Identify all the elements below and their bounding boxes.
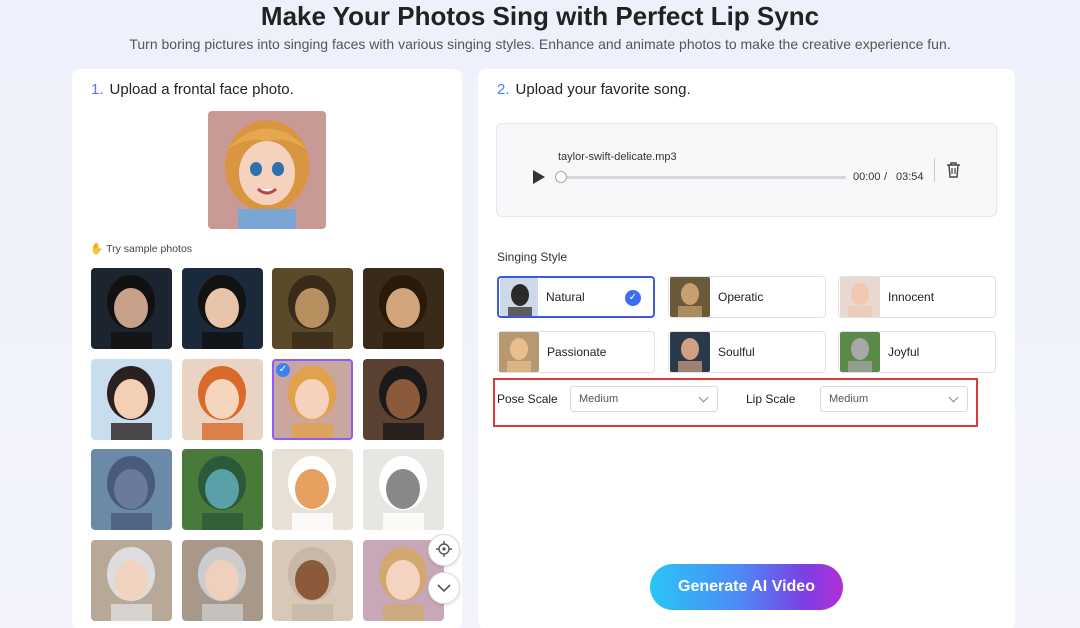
lip-scale-value: Medium xyxy=(829,393,869,405)
audio-divider xyxy=(934,158,935,182)
play-icon[interactable] xyxy=(533,170,545,184)
style-thumbnail xyxy=(840,277,880,317)
uploaded-photo[interactable] xyxy=(208,111,326,229)
style-thumbnail xyxy=(840,332,880,372)
chevron-down-icon xyxy=(698,392,709,403)
sample-photo-woman-in-black-jacket[interactable] xyxy=(181,268,263,349)
audio-file-name: taylor-swift-delicate.mp3 xyxy=(558,151,677,163)
sample-photos-label: ✋ Try sample photos xyxy=(90,242,192,255)
style-thumbnail xyxy=(670,277,710,317)
lip-scale-label: Lip Scale xyxy=(746,392,796,406)
chevron-down-icon xyxy=(948,392,959,403)
style-option-passionate[interactable]: Passionate xyxy=(497,331,655,373)
step-label: Upload a frontal face photo. xyxy=(109,81,294,98)
style-thumbnail xyxy=(499,332,539,372)
locate-button[interactable] xyxy=(428,534,460,566)
hand-icon: ✋ xyxy=(90,243,104,255)
style-label: Joyful xyxy=(888,345,920,359)
sample-photo-tabby-cat[interactable] xyxy=(362,449,444,530)
sample-photo-cartoon-old-woman[interactable] xyxy=(181,539,263,621)
sample-photo-man-in-black-suit[interactable] xyxy=(91,268,172,349)
current-time: 00:00 xyxy=(853,171,881,183)
generate-video-button[interactable]: Generate AI Video xyxy=(650,564,843,610)
trash-icon[interactable] xyxy=(946,162,961,183)
page-title: Make Your Photos Sing with Perfect Lip S… xyxy=(260,1,820,31)
style-option-operatic[interactable]: Operatic xyxy=(668,276,826,318)
step-number: 2. xyxy=(497,81,510,98)
sample-photo-classical-portrait-man[interactable] xyxy=(362,268,444,349)
chevron-down-icon xyxy=(437,580,451,596)
style-label: Operatic xyxy=(718,290,764,304)
step-2-heading: 2. Upload your favorite song. xyxy=(497,81,691,98)
sample-photo-corgi-dog[interactable] xyxy=(272,449,353,530)
style-thumbnail xyxy=(670,332,710,372)
style-option-soulful[interactable]: Soulful xyxy=(668,331,826,373)
step-1-heading: 1. Upload a frontal face photo. xyxy=(91,81,294,98)
check-icon: ✓ xyxy=(276,362,290,377)
sample-photo-cartoon-redhead-girl[interactable] xyxy=(181,358,263,440)
sample-photos-text: Try sample photos xyxy=(106,243,193,255)
sample-photo-cartoon-monster[interactable] xyxy=(181,449,263,530)
style-label: Soulful xyxy=(718,345,755,359)
style-thumbnail xyxy=(500,278,538,316)
crosshair-icon xyxy=(436,540,452,560)
check-icon: ✓ xyxy=(625,290,641,306)
style-option-natural[interactable]: Natural ✓ xyxy=(497,276,655,318)
page-subtitle: Turn boring pictures into singing faces … xyxy=(129,36,951,52)
sample-photo-cartoon-man-suit[interactable] xyxy=(362,358,444,440)
audio-progress-track[interactable] xyxy=(556,176,846,179)
sample-photo-cartoon-boy[interactable] xyxy=(91,358,172,440)
pose-scale-label: Pose Scale xyxy=(497,392,558,406)
audio-player xyxy=(496,123,997,217)
pose-scale-select[interactable]: Medium xyxy=(570,386,718,412)
style-label: Natural xyxy=(546,290,585,304)
style-option-joyful[interactable]: Joyful xyxy=(838,331,996,373)
scroll-down-button[interactable] xyxy=(428,572,460,604)
style-option-innocent[interactable]: Innocent xyxy=(838,276,996,318)
sample-photo-cartoon-cat[interactable] xyxy=(91,449,172,530)
sample-photo-cartoon-blonde-girl[interactable]: ✓ xyxy=(272,358,353,440)
singing-style-label: Singing Style xyxy=(497,250,568,264)
pose-scale-value: Medium xyxy=(579,393,619,405)
style-label: Innocent xyxy=(888,290,935,304)
audio-progress-knob[interactable] xyxy=(555,171,567,183)
time-separator: / xyxy=(884,171,888,183)
duration: 03:54 xyxy=(896,171,924,183)
step-number: 1. xyxy=(91,81,104,98)
step-label: Upload your favorite song. xyxy=(515,81,691,98)
sample-photo-cartoon-old-man[interactable] xyxy=(91,539,172,621)
sample-photo-mona-lisa[interactable] xyxy=(272,268,353,349)
lip-scale-select[interactable]: Medium xyxy=(820,386,968,412)
sample-photo-cartoon-kid-bear-hat[interactable] xyxy=(272,539,353,621)
style-label: Passionate xyxy=(547,345,607,359)
